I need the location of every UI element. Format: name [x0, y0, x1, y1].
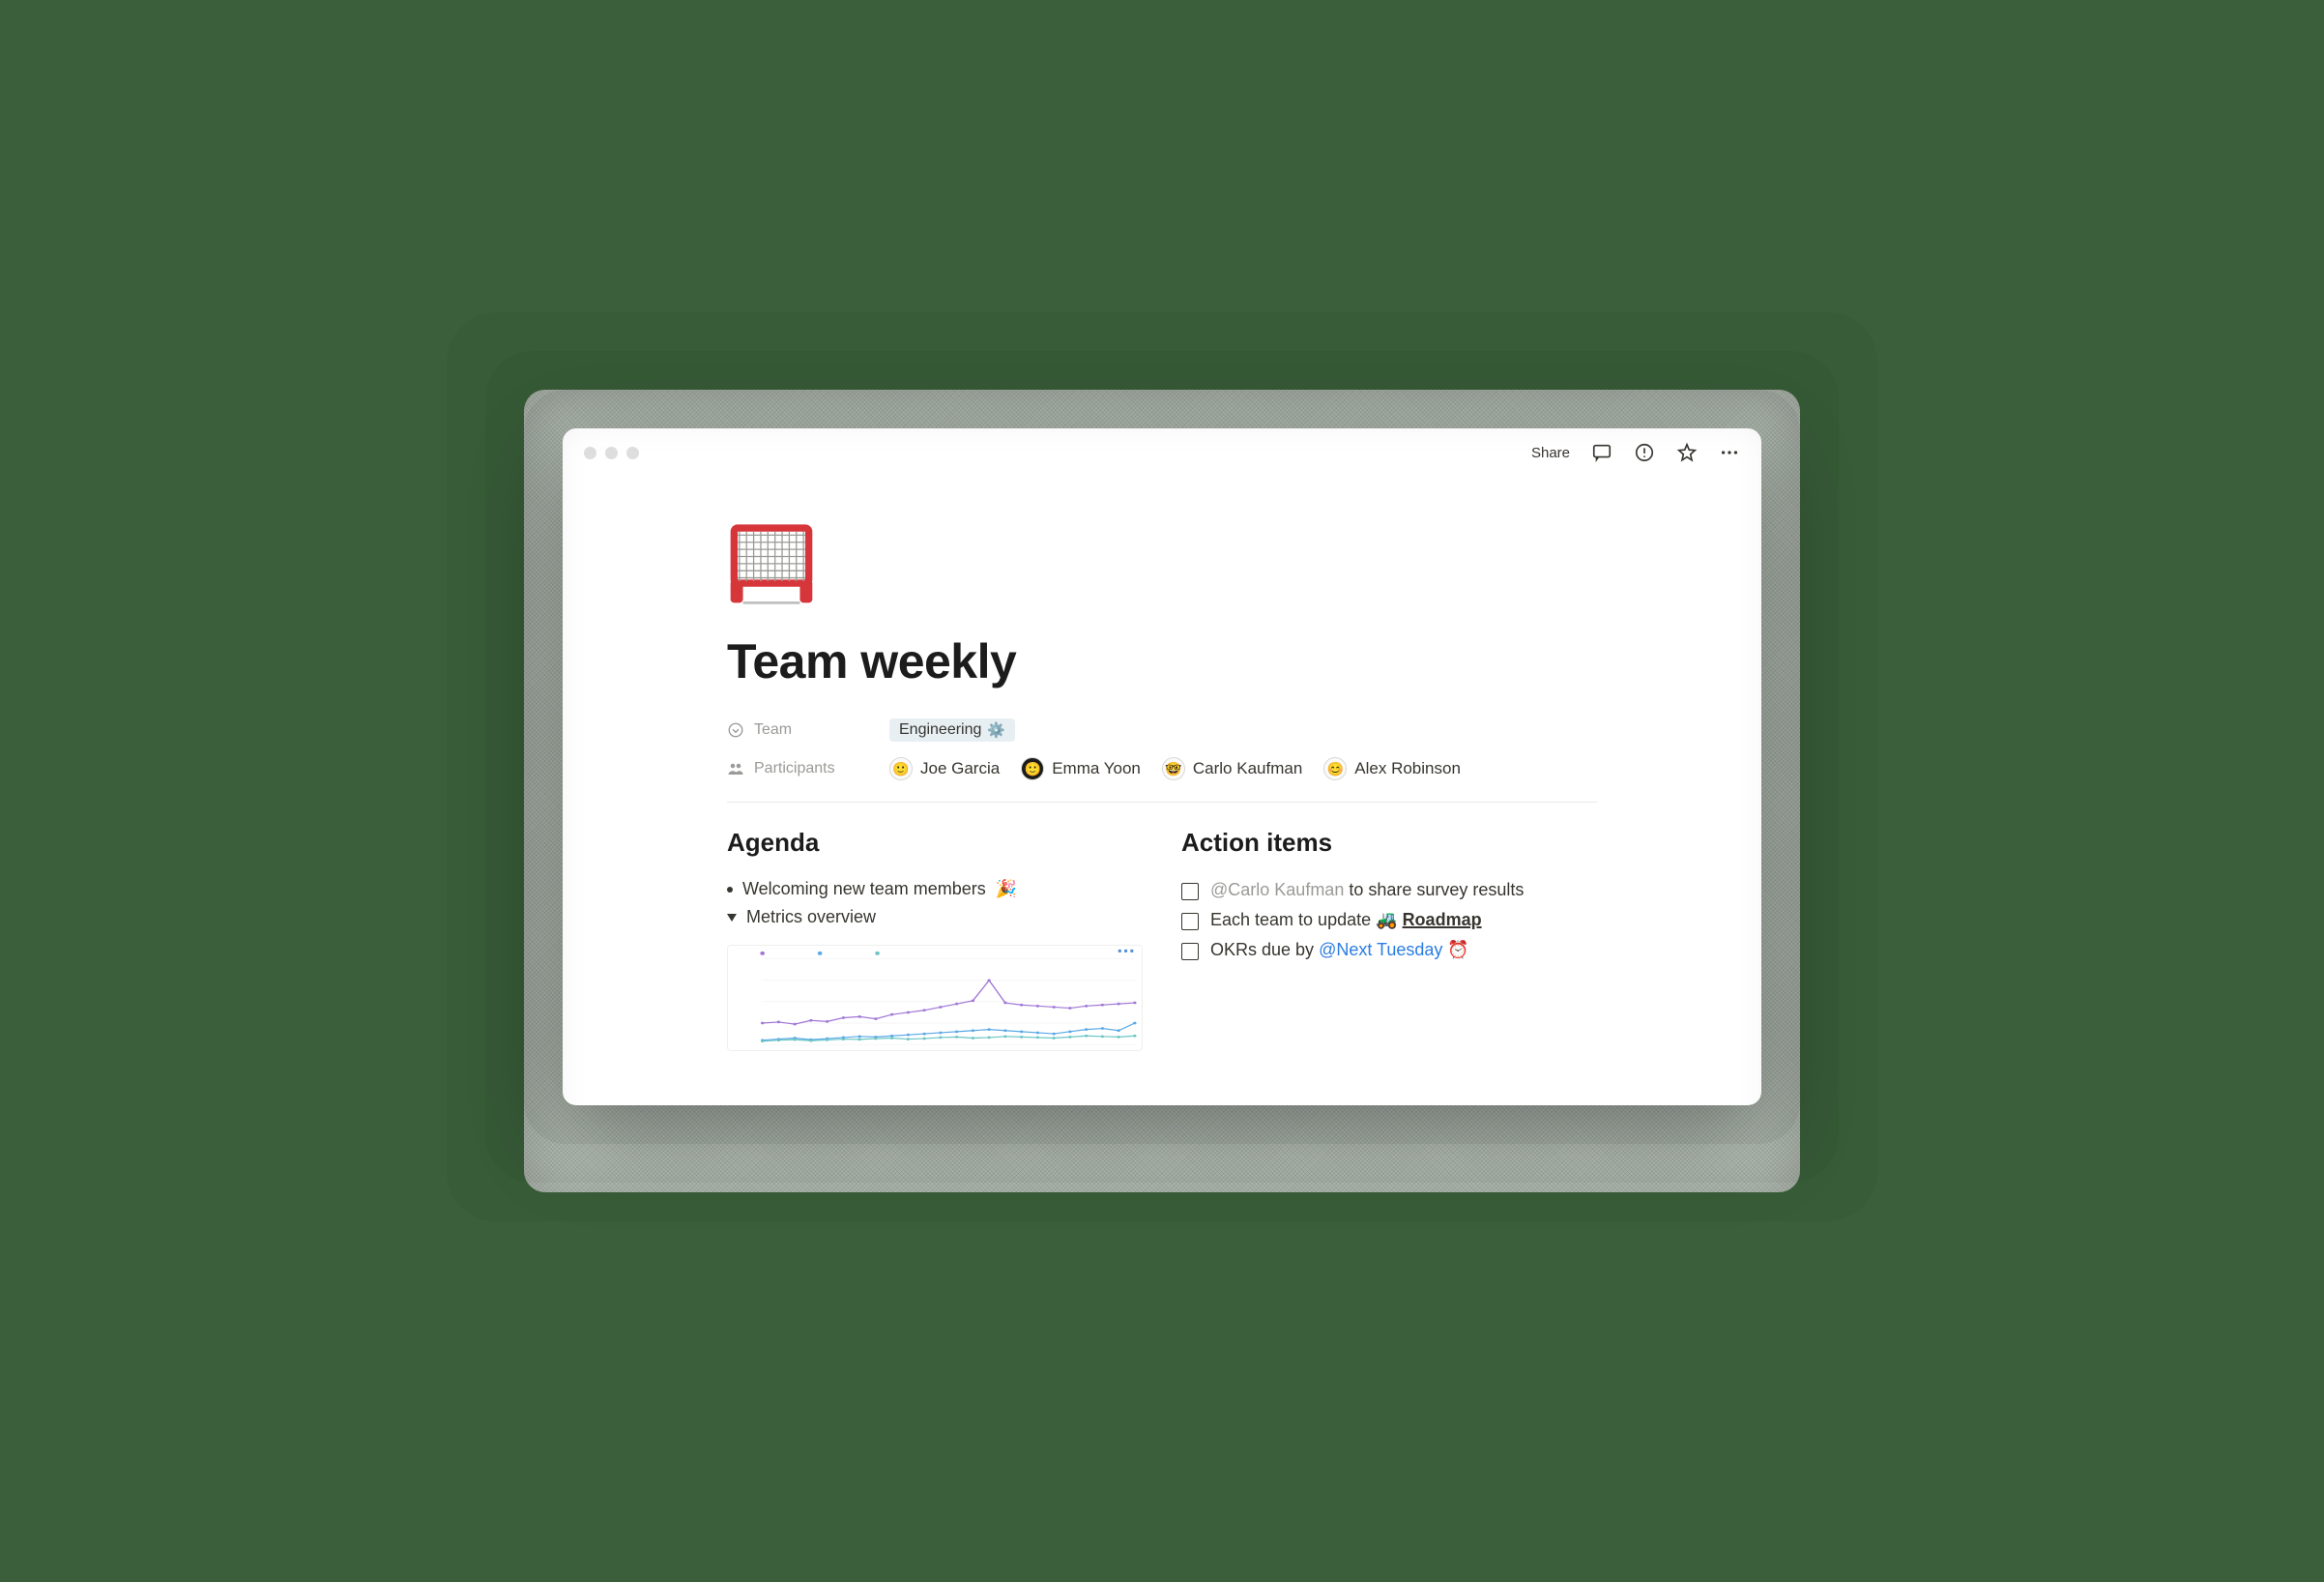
property-key-team: Team [727, 721, 872, 739]
topbar-actions: Share [1531, 442, 1740, 463]
property-key-participants: Participants [727, 760, 872, 777]
checkbox[interactable] [1181, 883, 1199, 900]
team-tag[interactable]: Engineering ⚙️ [889, 718, 1015, 742]
page-icon[interactable] [727, 517, 816, 606]
property-row-participants[interactable]: Participants 🙂 Joe Garcia 🙂 Emma Yoon 🤓 [727, 749, 1597, 788]
agenda-item-bullet[interactable]: Welcoming new team members 🎉 [727, 875, 1143, 903]
participant[interactable]: 😊 Alex Robinson [1323, 757, 1461, 780]
user-mention[interactable]: @Carlo Kaufman [1210, 880, 1344, 899]
goal-net-icon [727, 517, 816, 606]
page-link-roadmap[interactable]: Roadmap [1403, 910, 1482, 929]
metrics-chart-embed[interactable]: ▪▪▪ [727, 945, 1143, 1051]
window-controls[interactable] [584, 447, 639, 459]
property-key-team-label: Team [754, 721, 792, 739]
action-item-rest: to share survey results [1344, 880, 1524, 899]
participant[interactable]: 🙂 Emma Yoon [1021, 757, 1141, 780]
date-mention[interactable]: @Next Tuesday ⏰ [1319, 940, 1469, 959]
participant[interactable]: 🙂 Joe Garcia [889, 757, 1000, 780]
property-row-team[interactable]: Team Engineering ⚙️ [727, 711, 1597, 749]
participant-name: Alex Robinson [1354, 759, 1461, 778]
gear-icon: ⚙️ [987, 721, 1005, 739]
participant-name: Carlo Kaufman [1193, 759, 1302, 778]
bullet-icon [727, 887, 733, 893]
action-items-column: Action items @Carlo Kaufman to share sur… [1181, 828, 1597, 1051]
decorative-frame: Share [524, 390, 1800, 1192]
participant-name: Emma Yoon [1052, 759, 1141, 778]
action-item[interactable]: Each team to update 🚜 Roadmap [1181, 905, 1597, 935]
more-menu-icon[interactable] [1719, 442, 1740, 463]
people-icon [727, 760, 744, 777]
chart-options-icon[interactable]: ▪▪▪ [1118, 945, 1136, 957]
action-item-text: @Carlo Kaufman to share survey results [1210, 880, 1524, 900]
action-item-before: Each team to update [1210, 910, 1376, 929]
property-key-participants-label: Participants [754, 760, 835, 777]
avatar: 🙂 [889, 757, 913, 780]
agenda-item-text: Metrics overview [746, 907, 876, 927]
action-item-text: Each team to update 🚜 Roadmap [1210, 910, 1482, 930]
window-control-zoom[interactable] [626, 447, 639, 459]
participants-list: 🙂 Joe Garcia 🙂 Emma Yoon 🤓 Carlo Kaufman [889, 757, 1461, 780]
toggle-triangle-icon[interactable] [727, 914, 737, 922]
page-content: Team weekly Team Engineering ⚙️ [563, 471, 1761, 1105]
favorite-star-icon[interactable] [1676, 442, 1698, 463]
agenda-item-text: Welcoming new team members [742, 879, 986, 899]
party-popper-icon: 🎉 [996, 879, 1017, 899]
app-window: Share [563, 428, 1761, 1105]
select-chevron-icon [727, 721, 744, 739]
tractor-icon: 🚜 [1376, 910, 1397, 929]
metrics-line-chart [728, 946, 1142, 1050]
avatar: 😊 [1323, 757, 1347, 780]
avatar: 🤓 [1162, 757, 1185, 780]
action-item-before: OKRs due by [1210, 940, 1319, 959]
content-columns: Agenda Welcoming new team members 🎉 Metr… [727, 828, 1597, 1051]
action-item[interactable]: OKRs due by @Next Tuesday ⏰ [1181, 935, 1597, 965]
agenda-heading: Agenda [727, 828, 1143, 858]
avatar: 🙂 [1021, 757, 1044, 780]
action-items-heading: Action items [1181, 828, 1597, 858]
participant-name: Joe Garcia [920, 759, 1000, 778]
page-properties: Team Engineering ⚙️ Participants [727, 711, 1597, 803]
participant[interactable]: 🤓 Carlo Kaufman [1162, 757, 1302, 780]
share-button[interactable]: Share [1531, 445, 1570, 461]
team-tag-label: Engineering [899, 721, 981, 739]
action-item-text: OKRs due by @Next Tuesday ⏰ [1210, 940, 1469, 960]
checkbox[interactable] [1181, 913, 1199, 930]
updates-icon[interactable] [1634, 442, 1655, 463]
window-control-close[interactable] [584, 447, 596, 459]
agenda-item-toggle[interactable]: Metrics overview [727, 903, 1143, 931]
page-title[interactable]: Team weekly [727, 633, 1597, 689]
window-control-minimize[interactable] [605, 447, 618, 459]
agenda-column: Agenda Welcoming new team members 🎉 Metr… [727, 828, 1143, 1051]
action-item[interactable]: @Carlo Kaufman to share survey results [1181, 875, 1597, 905]
checkbox[interactable] [1181, 943, 1199, 960]
window-topbar: Share [563, 428, 1761, 471]
comments-icon[interactable] [1591, 442, 1612, 463]
